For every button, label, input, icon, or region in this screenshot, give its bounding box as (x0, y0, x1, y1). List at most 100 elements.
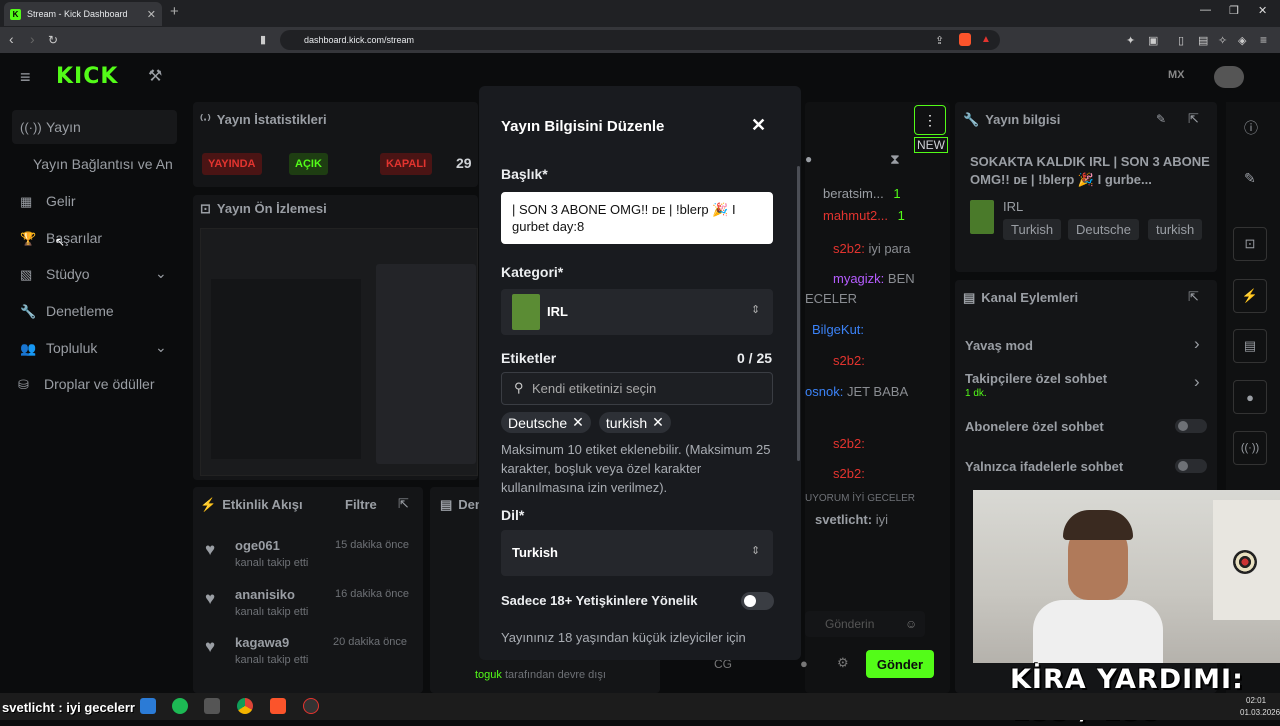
popout-icon[interactable]: ⇱ (1188, 289, 1199, 305)
chat-menu-icon[interactable]: ⋮ (914, 105, 946, 135)
category-select[interactable]: IRL ⇕ (501, 289, 773, 335)
activity-user[interactable]: kagawa9 (235, 635, 289, 650)
broadcast-icon[interactable]: ((·)) (1233, 431, 1267, 465)
tag-chip-label: turkish (605, 414, 648, 431)
chevron-right-icon[interactable]: › (1194, 372, 1200, 392)
menu-icon[interactable]: ≡ (1260, 33, 1267, 47)
brave-icon[interactable] (270, 698, 286, 714)
sidebar-item-stream-link[interactable]: Yayın Bağlantısı ve An (33, 156, 173, 172)
stats-icon: ⁽·⁾ (200, 112, 211, 127)
chrome-icon[interactable] (237, 698, 253, 714)
calculator-icon[interactable] (204, 698, 220, 714)
sidebar-item-community[interactable]: 👥 Topluluk (20, 340, 97, 356)
preview-title: ⊡ Yayın Ön İzlemesi (200, 201, 327, 216)
edit-icon[interactable]: ✎ (1156, 112, 1166, 126)
sidebar-item-label: Yayın Bağlantısı ve An (33, 156, 173, 172)
message-icon[interactable]: ● (1233, 380, 1267, 414)
forward-icon[interactable]: › (30, 31, 35, 47)
followers-only-label[interactable]: Takipçilere özel sohbet (965, 371, 1107, 386)
tags-search-input[interactable]: ⚲ Kendi etiketinizi seçin (501, 372, 773, 405)
heart-icon: ♥ (205, 589, 216, 608)
activity-user[interactable]: oge061 (235, 538, 280, 553)
language-value: Turkish (512, 545, 558, 560)
sidebar-item-income[interactable]: ▦ Gelir (20, 193, 76, 209)
stats-title: ⁽·⁾ Yayın İstatistikleri (200, 112, 327, 127)
chevron-right-icon[interactable]: › (1194, 334, 1200, 354)
hamburger-icon[interactable]: ≡ (20, 67, 31, 88)
rewards-icon[interactable]: ▲ (981, 34, 991, 45)
activity-user[interactable]: ananisiko (235, 587, 295, 602)
clip-icon[interactable]: ⊡ (1233, 227, 1267, 261)
chat-message: s2b2: (833, 353, 865, 368)
chevron-down-icon[interactable]: ⌄ (155, 339, 167, 356)
close-icon[interactable]: ✕ (572, 414, 584, 431)
wallet-icon[interactable]: ▤ (1198, 34, 1208, 47)
emoji-icon[interactable]: ☺ (905, 617, 917, 631)
share-icon[interactable]: ⇪ (935, 34, 944, 47)
adult-toggle[interactable] (741, 592, 774, 610)
kick-logo[interactable]: KICK (56, 64, 118, 89)
emote-only-toggle[interactable] (1175, 459, 1207, 473)
spotify-icon[interactable] (172, 698, 188, 714)
new-tab-button[interactable]: + (170, 3, 179, 20)
tag-chip[interactable]: Deutsche ✕ (501, 412, 591, 433)
leo-icon[interactable]: ✧ (1218, 34, 1227, 47)
sidebar-item-studio[interactable]: ▧ Stüdyo (20, 266, 90, 282)
info-icon[interactable]: ⓘ (1244, 118, 1258, 138)
slow-mode-label[interactable]: Yavaş mod (965, 338, 1033, 353)
vpn-icon[interactable]: ◈ (1238, 34, 1246, 47)
subs-only-toggle[interactable] (1175, 419, 1207, 433)
extensions-icon[interactable]: ✦ (1126, 34, 1135, 47)
tags-label: Etiketler (501, 350, 557, 366)
popout-icon[interactable]: ⇱ (1188, 111, 1199, 127)
tags-placeholder: Kendi etiketinizi seçin (532, 381, 657, 396)
bookmark-icon[interactable]: ▮ (260, 33, 266, 46)
sidebar-toggle-icon[interactable]: ▯ (1178, 34, 1184, 47)
modal-scrollbar[interactable] (797, 166, 800, 461)
chevron-down-icon[interactable]: ⌄ (155, 265, 167, 282)
send-button[interactable]: Gönder (866, 650, 934, 678)
lightning-icon[interactable]: ⚡ (1233, 279, 1267, 313)
popout-icon[interactable]: ⇱ (398, 496, 409, 512)
back-icon[interactable]: ‹ (9, 31, 14, 47)
title-input[interactable]: | SON 3 ABONE OMG!! ᴅᴇ | !blerp 🎉 I gurb… (501, 192, 773, 244)
activity-title: ⚡ Etkinlik Akışı (200, 497, 303, 512)
pencil-icon[interactable]: ✎ (1244, 170, 1256, 187)
mod-icon[interactable]: MX (1168, 69, 1185, 81)
tools-icon[interactable]: ⚒ (148, 66, 162, 86)
moderation-footer: toguk tarafından devre dışı (475, 669, 606, 681)
hourglass-icon[interactable]: ⧗ (890, 151, 900, 168)
chat-message: ECELER (805, 291, 858, 306)
wrench-icon: 🔧 (963, 112, 980, 127)
moderation-title: ▤ Den (440, 497, 483, 512)
tag: Deutsche (1068, 219, 1139, 240)
filter-button[interactable]: Filtre (345, 497, 377, 512)
sidebar-item-label: Yayın (46, 119, 81, 135)
sidebar-item-stream[interactable]: ((·)) Yayın (20, 119, 81, 135)
tab-search-icon[interactable]: ▣ (1148, 34, 1158, 47)
maximize-button[interactable]: ❐ (1229, 4, 1239, 17)
avatar[interactable] (1214, 66, 1244, 88)
sidebar-item-drops[interactable]: ⛁ Droplar ve ödüller (18, 376, 155, 392)
close-icon[interactable]: ✕ (652, 414, 664, 431)
language-select[interactable]: Turkish ⇕ (501, 530, 773, 576)
browser-tab[interactable]: K Stream - Kick Dashboard ✕ (4, 2, 162, 26)
obs-icon[interactable] (303, 698, 319, 714)
activity-time: 15 dakika önce (335, 539, 409, 551)
tab-close-icon[interactable]: ✕ (147, 8, 156, 21)
notes-icon[interactable]: ▤ (1233, 329, 1267, 363)
reload-icon[interactable]: ↻ (48, 33, 58, 47)
select-arrows-icon: ⇕ (751, 545, 761, 557)
tag-chip[interactable]: turkish ✕ (598, 412, 671, 433)
close-icon[interactable]: ✕ (751, 115, 766, 136)
chat-emote-icon[interactable]: ● (800, 656, 808, 671)
title-label: Başlık* (501, 166, 548, 182)
stream-preview-video[interactable] (200, 228, 478, 476)
minimize-button[interactable]: — (1200, 4, 1211, 16)
url-field[interactable]: dashboard.kick.com/stream (280, 30, 1000, 50)
sidebar-item-moderation[interactable]: 🔧 Denetleme (20, 303, 114, 319)
brave-shield-icon[interactable] (959, 33, 971, 46)
chat-settings-icon[interactable]: ⚙ (837, 655, 849, 671)
file-explorer-icon[interactable] (140, 698, 156, 714)
window-close-button[interactable]: ✕ (1258, 4, 1267, 17)
